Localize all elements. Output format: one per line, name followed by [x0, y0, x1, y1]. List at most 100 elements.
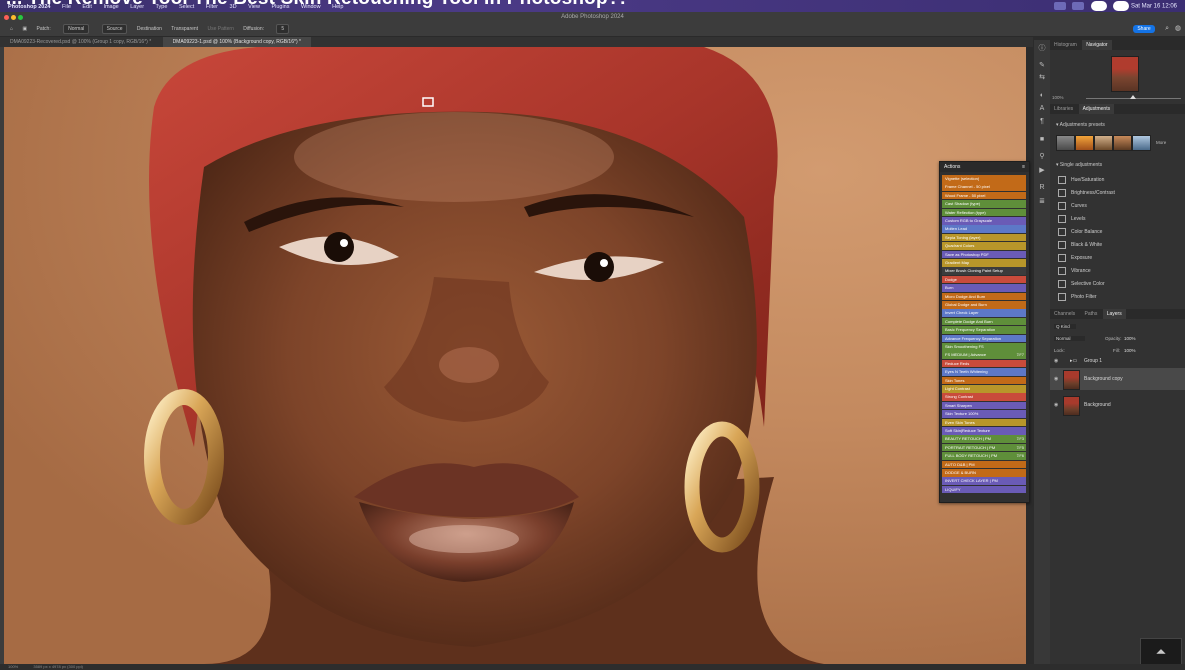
reverse-icon[interactable]: R [1038, 184, 1046, 191]
adj-levels[interactable]: Levels [1058, 214, 1085, 224]
user-icon[interactable] [1113, 1, 1130, 11]
opacity-input[interactable]: 100% [1124, 336, 1136, 341]
adj-color-balance[interactable]: Color Balance [1058, 227, 1102, 237]
action-item[interactable]: Gradient Map [942, 259, 1026, 267]
action-item[interactable]: Eyes N Teeth Whitening [942, 368, 1026, 376]
close-window-icon[interactable] [4, 15, 9, 20]
patch-mode-select[interactable]: Normal [63, 24, 90, 34]
adj-curves[interactable]: Curves [1058, 201, 1087, 211]
visibility-eye-icon[interactable]: ◉ [1054, 394, 1058, 416]
action-item[interactable]: Complete Dodge And Burn [942, 317, 1026, 326]
notification-icon[interactable] [1090, 1, 1107, 11]
action-item[interactable]: Dodge [942, 275, 1026, 284]
actions-tab[interactable]: Actions [944, 164, 960, 170]
use-pattern-button[interactable]: Use Pattern [207, 22, 233, 36]
adj-vibrance[interactable]: Vibrance [1058, 266, 1091, 276]
patch-tool-icon[interactable]: ▣ [22, 22, 27, 36]
adjust-icon[interactable]: ◐ [1038, 92, 1046, 99]
action-item[interactable]: FULL BODY RETOUCH | PM ⇧F6 [942, 452, 1026, 460]
paragraph-icon[interactable]: ¶ [1038, 118, 1046, 125]
diffusion-input[interactable]: 5 [276, 24, 290, 34]
adj-photo-filter[interactable]: Photo Filter [1058, 292, 1097, 302]
more-presets-button[interactable]: More [1156, 140, 1166, 145]
tab-channels[interactable]: Channels [1050, 309, 1079, 319]
action-item[interactable]: Skin Texture 100% [942, 410, 1026, 418]
adj-selective-color[interactable]: Selective Color [1058, 279, 1105, 289]
action-item[interactable]: Light Contrast [942, 385, 1026, 393]
preset-thumb[interactable] [1075, 135, 1094, 151]
action-item[interactable]: BEAUTY RETOUCH | PM ⇧F3 [942, 435, 1026, 443]
screen-record-icon[interactable] [1054, 2, 1067, 10]
zoom-window-icon[interactable] [18, 15, 23, 20]
character-icon[interactable]: A [1038, 105, 1046, 112]
action-item[interactable]: Cast Shadow (type) [942, 200, 1026, 208]
actions-play-icon[interactable]: ▶ [1038, 167, 1046, 174]
adj-brightness-contrast[interactable]: Brightness/Contrast [1058, 188, 1115, 198]
layer-row-background-copy[interactable]: ◉ Background copy [1050, 368, 1185, 390]
photo-canvas[interactable] [4, 47, 1026, 664]
source-button[interactable]: Source [101, 24, 128, 34]
action-item[interactable]: Skin Smoothening FS [942, 343, 1026, 351]
action-item[interactable]: Save as Photoshop PDF [942, 250, 1026, 259]
action-item[interactable]: Reduce Reds [942, 359, 1026, 368]
action-item[interactable]: Quadrant Colors [942, 242, 1026, 250]
swatches-icon[interactable]: ■ [1038, 136, 1046, 143]
fill-input[interactable]: 100% [1124, 348, 1136, 353]
tab-paths[interactable]: Paths [1081, 309, 1102, 319]
layer-group-row[interactable]: ◉ ▸▭ Group 1 [1050, 356, 1185, 366]
tab-libraries[interactable]: Libraries [1050, 104, 1077, 114]
adj-exposure[interactable]: Exposure [1058, 253, 1092, 263]
adj-hue-saturation[interactable]: Hue/Saturation [1058, 175, 1104, 185]
blend-mode-select[interactable]: Normal [1054, 336, 1085, 341]
action-item[interactable]: Sepia Toning (layer) [942, 233, 1026, 242]
action-item[interactable]: Basic Frequency Separation [942, 326, 1026, 334]
preset-thumb[interactable] [1094, 135, 1113, 151]
action-item[interactable]: Soft Skin|Reduce Texture [942, 427, 1026, 435]
action-item[interactable]: Molten Lead [942, 225, 1026, 233]
preset-thumb[interactable] [1056, 135, 1075, 151]
action-item[interactable]: Vignette (selection) [942, 175, 1026, 183]
action-item[interactable]: Strong Contrast [942, 393, 1026, 401]
action-item[interactable]: Frame Channel - 50 pixel [942, 183, 1026, 191]
action-item[interactable]: PORTRAIT RETOUCH | PM ⇧F5 [942, 443, 1026, 452]
action-item[interactable]: Skin Tones [942, 376, 1026, 385]
action-item[interactable]: Mixer Brush Cloning Paint Setup [942, 267, 1026, 275]
adj-black-white[interactable]: Black & White [1058, 240, 1102, 250]
action-item[interactable]: Water Reflection (type) [942, 208, 1026, 217]
tab-navigator[interactable]: Navigator [1082, 40, 1112, 50]
doc-tab-active[interactable]: DMA09223-1.psd @ 100% (Background copy, … [162, 37, 311, 47]
camera-icon[interactable] [1071, 2, 1084, 10]
home-icon[interactable]: ⌂ [10, 22, 13, 36]
action-item[interactable]: LIQUIFY [942, 485, 1026, 494]
single-adjustments-heading[interactable]: ▾ Single adjustments [1056, 162, 1102, 168]
navigator-thumbnail[interactable] [1111, 56, 1139, 92]
visibility-eye-icon[interactable]: ◉ [1054, 368, 1058, 390]
doc-tab-recovered[interactable]: DMA09223-Recovered.psd @ 100% (Group 1 c… [0, 37, 161, 47]
action-item[interactable]: Smart Sharpen [942, 401, 1026, 410]
status-zoom[interactable]: 100% [8, 664, 18, 669]
transparent-checkbox[interactable]: Transparent [171, 22, 198, 36]
actions-panel[interactable]: Actions ≡ Vignette (selection) Frame Chan… [939, 161, 1030, 503]
action-item[interactable]: Burn [942, 284, 1026, 292]
layer-filter-kind[interactable]: Q Kind [1054, 324, 1076, 329]
tab-histogram[interactable]: Histogram [1050, 40, 1081, 50]
action-item[interactable]: FS MEDIUM | Advance ⇧F7 [942, 351, 1026, 359]
action-item[interactable]: Advance Frequency Separation [942, 334, 1026, 343]
action-item[interactable]: DODGE & BURN [942, 469, 1026, 477]
action-item[interactable]: AUTO D&B | PM [942, 460, 1026, 469]
action-item[interactable]: INVERT CHECK LAYER | PM [942, 477, 1026, 485]
workspace-icon[interactable]: ◍ [1175, 22, 1181, 36]
navigator-zoom[interactable]: 100% [1052, 95, 1064, 100]
search-icon[interactable]: ⌕ [1165, 22, 1169, 36]
info-icon[interactable]: ⓘ [1038, 45, 1046, 52]
action-item[interactable]: Micro Dodge And Burn [942, 292, 1026, 301]
clone-source-icon[interactable]: ⚲ [1038, 153, 1046, 160]
properties-icon[interactable]: ⇆ [1038, 74, 1046, 81]
layer-row-background[interactable]: ◉ Background [1050, 394, 1185, 416]
destination-button[interactable]: Destination [137, 22, 162, 36]
action-item[interactable]: Invert Check Layer [942, 309, 1026, 317]
tab-layers[interactable]: Layers [1102, 309, 1126, 319]
action-item[interactable]: Even Skin Tones [942, 418, 1026, 427]
zoom-slider-knob[interactable] [1130, 95, 1136, 99]
action-item[interactable]: Custom RGB to Grayscale [942, 217, 1026, 225]
